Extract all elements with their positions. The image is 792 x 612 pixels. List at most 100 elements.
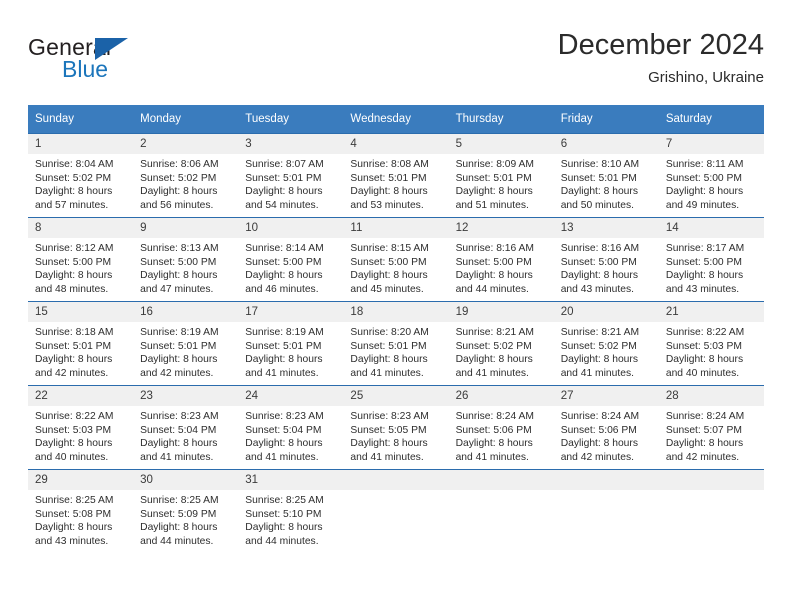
day-cell[interactable]: 22 Sunrise: 8:22 AM Sunset: 5:03 PM Dayl… [28,385,134,469]
day-cell[interactable]: 6 Sunrise: 8:10 AM Sunset: 5:01 PM Dayli… [553,133,659,217]
day-cell[interactable]: 24 Sunrise: 8:23 AM Sunset: 5:04 PM Dayl… [238,385,344,469]
calendar-week-row: 29 Sunrise: 8:25 AM Sunset: 5:08 PM Dayl… [28,469,764,553]
sunrise-text: Sunrise: 8:24 AM [665,411,745,422]
page-title: December 2024 [557,29,764,61]
day-number: 13 [553,218,659,238]
day-details: Sunrise: 8:24 AM Sunset: 5:07 PM Dayligh… [659,406,764,464]
day-cell-empty [343,469,449,553]
day-cell[interactable]: 10 Sunrise: 8:14 AM Sunset: 5:00 PM Dayl… [238,217,344,301]
day-number: 14 [658,218,764,238]
sunset-text: Sunset: 5:07 PM [665,424,742,436]
day-cell[interactable]: 26 Sunrise: 8:24 AM Sunset: 5:06 PM Dayl… [448,385,554,469]
sunset-text: Sunset: 5:00 PM [455,256,532,268]
sunrise-text: Sunrise: 8:08 AM [350,159,429,170]
sunrise-text: Sunrise: 8:10 AM [560,159,640,170]
sunrise-text: Sunrise: 8:13 AM [140,243,219,254]
day-details: Sunrise: 8:22 AM Sunset: 5:03 PM Dayligh… [659,322,764,380]
sunset-text: Sunset: 5:04 PM [245,424,322,436]
daylight-text-line2: and 51 minutes. [455,199,529,211]
day-cell[interactable]: 18 Sunrise: 8:20 AM Sunset: 5:01 PM Dayl… [343,301,449,385]
day-number: 6 [553,134,659,154]
sunrise-text: Sunrise: 8:14 AM [245,243,324,254]
sunrise-text: Sunrise: 8:17 AM [665,243,745,254]
daylight-text-line1: Daylight: 8 hours [140,438,218,450]
daylight-text-line2: and 46 minutes. [245,283,319,295]
day-cell[interactable]: 3 Sunrise: 8:07 AM Sunset: 5:01 PM Dayli… [238,133,344,217]
sunrise-text: Sunrise: 8:19 AM [140,327,219,338]
day-number: 9 [133,218,239,238]
daylight-text-line1: Daylight: 8 hours [560,354,638,366]
day-cell[interactable]: 4 Sunrise: 8:08 AM Sunset: 5:01 PM Dayli… [343,133,449,217]
day-cell[interactable]: 27 Sunrise: 8:24 AM Sunset: 5:06 PM Dayl… [553,385,659,469]
day-details: Sunrise: 8:19 AM Sunset: 5:01 PM Dayligh… [133,322,238,380]
daylight-text-line1: Daylight: 8 hours [560,186,638,198]
daylight-text-line2: and 42 minutes. [35,367,109,379]
day-cell[interactable]: 7 Sunrise: 8:11 AM Sunset: 5:00 PM Dayli… [658,133,764,217]
day-details: Sunrise: 8:07 AM Sunset: 5:01 PM Dayligh… [238,154,343,212]
daylight-text-line2: and 49 minutes. [665,199,740,211]
day-cell[interactable]: 9 Sunrise: 8:13 AM Sunset: 5:00 PM Dayli… [133,217,239,301]
sunset-text: Sunset: 5:01 PM [140,340,217,352]
daylight-text-line1: Daylight: 8 hours [140,354,218,366]
day-cell[interactable]: 16 Sunrise: 8:19 AM Sunset: 5:01 PM Dayl… [133,301,239,385]
day-cell[interactable]: 8 Sunrise: 8:12 AM Sunset: 5:00 PM Dayli… [28,217,134,301]
day-cell[interactable]: 29 Sunrise: 8:25 AM Sunset: 5:08 PM Dayl… [28,469,134,553]
day-cell[interactable]: 23 Sunrise: 8:23 AM Sunset: 5:04 PM Dayl… [133,385,239,469]
sunrise-text: Sunrise: 8:24 AM [560,411,640,422]
daylight-text-line2: and 41 minutes. [140,451,214,463]
brand-logo[interactable]: General Blue [28,34,258,90]
day-cell[interactable]: 11 Sunrise: 8:15 AM Sunset: 5:00 PM Dayl… [343,217,449,301]
daylight-text-line1: Daylight: 8 hours [455,438,533,450]
day-cell[interactable]: 14 Sunrise: 8:17 AM Sunset: 5:00 PM Dayl… [658,217,764,301]
day-cell[interactable]: 13 Sunrise: 8:16 AM Sunset: 5:00 PM Dayl… [553,217,659,301]
daylight-text-line1: Daylight: 8 hours [35,522,113,534]
daylight-text-line2: and 44 minutes. [455,283,529,295]
sunrise-text: Sunrise: 8:22 AM [665,327,745,338]
day-cell[interactable]: 28 Sunrise: 8:24 AM Sunset: 5:07 PM Dayl… [658,385,764,469]
day-cell[interactable]: 15 Sunrise: 8:18 AM Sunset: 5:01 PM Dayl… [28,301,134,385]
day-cell[interactable]: 2 Sunrise: 8:06 AM Sunset: 5:02 PM Dayli… [133,133,239,217]
day-details: Sunrise: 8:06 AM Sunset: 5:02 PM Dayligh… [133,154,238,212]
day-number [343,470,449,490]
weekday-header-friday: Friday [553,105,659,133]
day-number: 23 [133,386,239,406]
sunrise-text: Sunrise: 8:24 AM [455,411,534,422]
day-cell[interactable]: 5 Sunrise: 8:09 AM Sunset: 5:01 PM Dayli… [448,133,554,217]
sunrise-text: Sunrise: 8:15 AM [350,243,429,254]
sunrise-text: Sunrise: 8:07 AM [245,159,324,170]
day-details: Sunrise: 8:17 AM Sunset: 5:00 PM Dayligh… [659,238,764,296]
day-details: Sunrise: 8:23 AM Sunset: 5:04 PM Dayligh… [238,406,343,464]
day-cell[interactable]: 25 Sunrise: 8:23 AM Sunset: 5:05 PM Dayl… [343,385,449,469]
sunset-text: Sunset: 5:00 PM [35,256,112,268]
day-details: Sunrise: 8:24 AM Sunset: 5:06 PM Dayligh… [554,406,659,464]
day-cell[interactable]: 12 Sunrise: 8:16 AM Sunset: 5:00 PM Dayl… [448,217,554,301]
day-number: 25 [343,386,449,406]
sunrise-text: Sunrise: 8:21 AM [560,327,640,338]
sunset-text: Sunset: 5:10 PM [245,508,322,520]
day-number: 26 [448,386,554,406]
daylight-text-line1: Daylight: 8 hours [455,354,533,366]
day-cell[interactable]: 30 Sunrise: 8:25 AM Sunset: 5:09 PM Dayl… [133,469,239,553]
day-cell[interactable]: 19 Sunrise: 8:21 AM Sunset: 5:02 PM Dayl… [448,301,554,385]
sunset-text: Sunset: 5:02 PM [35,172,112,184]
weekday-header-tuesday: Tuesday [238,105,344,133]
day-number: 4 [343,134,449,154]
sunset-text: Sunset: 5:01 PM [35,340,112,352]
day-cell[interactable]: 17 Sunrise: 8:19 AM Sunset: 5:01 PM Dayl… [238,301,344,385]
day-number: 7 [658,134,764,154]
day-details: Sunrise: 8:19 AM Sunset: 5:01 PM Dayligh… [238,322,343,380]
sunset-text: Sunset: 5:05 PM [350,424,427,436]
calendar-week-row: 15 Sunrise: 8:18 AM Sunset: 5:01 PM Dayl… [28,301,764,385]
daylight-text-line1: Daylight: 8 hours [560,270,638,282]
day-cell[interactable]: 21 Sunrise: 8:22 AM Sunset: 5:03 PM Dayl… [658,301,764,385]
day-cell[interactable]: 20 Sunrise: 8:21 AM Sunset: 5:02 PM Dayl… [553,301,659,385]
sunrise-text: Sunrise: 8:18 AM [35,327,114,338]
daylight-text-line1: Daylight: 8 hours [245,186,323,198]
day-details: Sunrise: 8:20 AM Sunset: 5:01 PM Dayligh… [343,322,448,380]
daylight-text-line1: Daylight: 8 hours [455,270,533,282]
sunset-text: Sunset: 5:00 PM [560,256,637,268]
daylight-text-line1: Daylight: 8 hours [245,438,323,450]
day-cell[interactable]: 1 Sunrise: 8:04 AM Sunset: 5:02 PM Dayli… [28,133,134,217]
sunrise-text: Sunrise: 8:20 AM [350,327,429,338]
day-cell[interactable]: 31 Sunrise: 8:25 AM Sunset: 5:10 PM Dayl… [238,469,344,553]
